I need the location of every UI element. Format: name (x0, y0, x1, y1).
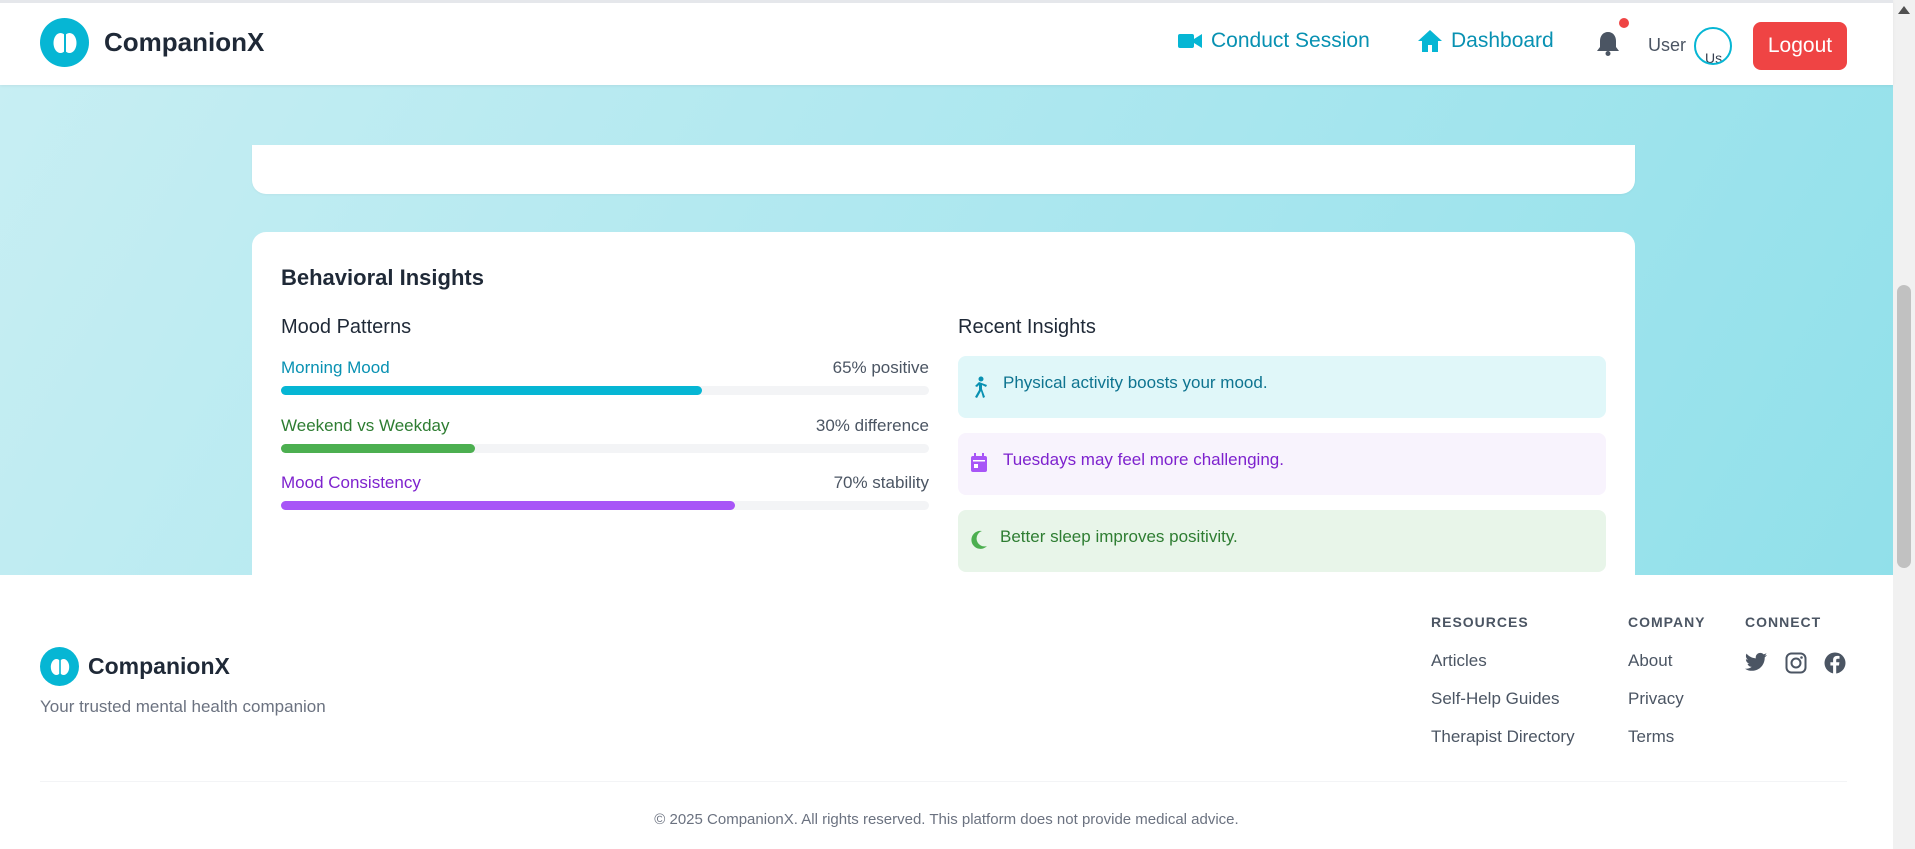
footer-link-self-help[interactable]: Self-Help Guides (1431, 689, 1560, 709)
bar-value: 30% difference (815, 416, 929, 435)
insight-item: Physical activity boosts your mood. (958, 356, 1606, 418)
calendar-icon (971, 453, 987, 472)
page-scrollbar[interactable] (1893, 0, 1915, 849)
footer-link-about[interactable]: About (1628, 651, 1672, 671)
conduct-session-link[interactable]: Conduct Session (1178, 29, 1370, 53)
home-icon (1418, 30, 1442, 52)
bell-icon[interactable] (1597, 32, 1619, 61)
bar-label: Weekend vs Weekday (281, 416, 450, 435)
progress-fill (281, 386, 703, 395)
tagline: Your trusted mental health companion (40, 697, 326, 716)
top-navbar: CompanionX Conduct Session Dashboard Use… (0, 0, 1893, 85)
progress-track (281, 386, 929, 395)
avatar-alt-text: Us (1705, 50, 1723, 65)
bar-label: Mood Consistency (281, 473, 421, 492)
bar-value: 65% positive (832, 358, 929, 377)
footer-brand-name: CompanionX (88, 653, 230, 679)
avatar[interactable]: Us (1694, 27, 1732, 65)
twitter-icon[interactable] (1745, 652, 1767, 672)
dashboard-label: Dashboard (1451, 29, 1554, 52)
footer-link-therapist-directory[interactable]: Therapist Directory (1431, 727, 1575, 747)
insight-text: Tuesdays may feel more challenging. (1003, 450, 1284, 469)
mood-patterns-title: Mood Patterns (281, 316, 412, 338)
bar-value: 70% stability (833, 473, 929, 492)
brand-logo[interactable]: CompanionX (40, 18, 264, 67)
footer-brand[interactable]: CompanionX (40, 647, 230, 686)
progress-track (281, 501, 929, 510)
bar-label: Morning Mood (281, 358, 390, 377)
instagram-icon[interactable] (1785, 652, 1807, 674)
previous-card (252, 145, 1635, 194)
brain-icon (40, 647, 79, 686)
recent-insights-title: Recent Insights (958, 316, 1096, 338)
moon-icon (971, 530, 987, 549)
card-title: Behavioral Insights (281, 265, 484, 290)
insight-item: Tuesdays may feel more challenging. (958, 433, 1606, 495)
conduct-session-label: Conduct Session (1211, 29, 1370, 52)
footer-link-articles[interactable]: Articles (1431, 651, 1487, 671)
video-camera-icon (1178, 34, 1202, 48)
notification-badge (1619, 18, 1629, 28)
scroll-thumb[interactable] (1897, 285, 1911, 568)
progress-track (281, 444, 929, 453)
resources-heading: RESOURCES (1431, 614, 1529, 630)
progress-fill (281, 501, 735, 510)
footer-link-terms[interactable]: Terms (1628, 727, 1674, 747)
insight-text: Better sleep improves positivity. (1000, 527, 1238, 546)
insight-item: Better sleep improves positivity. (958, 510, 1606, 572)
behavioral-insights-card: Behavioral Insights Mood Patterns Mornin… (252, 232, 1635, 602)
brain-icon (40, 18, 89, 67)
copyright: © 2025 CompanionX. All rights reserved. … (654, 811, 1239, 828)
progress-fill (281, 444, 476, 453)
dashboard-link[interactable]: Dashboard (1418, 29, 1554, 53)
company-heading: COMPANY (1628, 614, 1706, 630)
running-icon (975, 376, 987, 398)
brand-name: CompanionX (104, 27, 265, 57)
user-label: User (1648, 35, 1687, 55)
facebook-icon[interactable] (1824, 652, 1846, 674)
logout-button[interactable]: Logout (1753, 22, 1847, 70)
connect-heading: CONNECT (1745, 614, 1822, 630)
scroll-up-arrow-icon[interactable] (1898, 6, 1910, 14)
main-content: Behavioral Insights Mood Patterns Mornin… (0, 85, 1893, 602)
footer-divider (40, 781, 1847, 782)
footer-link-privacy[interactable]: Privacy (1628, 689, 1684, 709)
insight-text: Physical activity boosts your mood. (1003, 373, 1268, 392)
